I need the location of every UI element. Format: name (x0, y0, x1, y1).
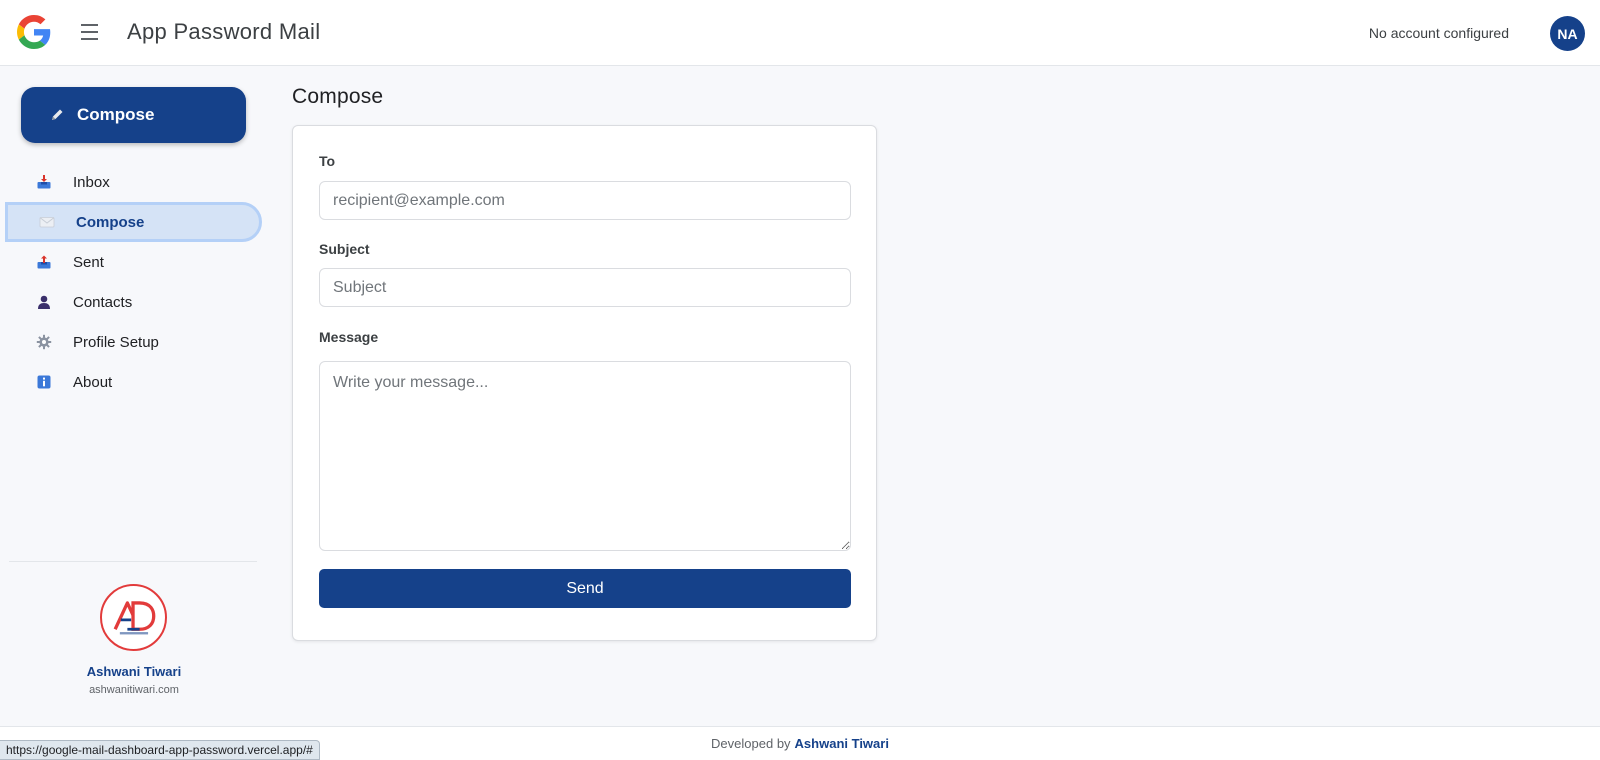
compose-button-label: Compose (77, 105, 155, 124)
sidebar-item-label: Contacts (73, 293, 133, 311)
account-status: No account configured (1368, 25, 1509, 41)
sidebar-divider (9, 561, 257, 562)
info-icon (36, 374, 52, 390)
developer-name[interactable]: Ashwani Tiwari (0, 664, 268, 679)
developer-site[interactable]: ashwanitiwari.com (0, 684, 268, 696)
to-label: To (319, 153, 336, 169)
page-title: Compose (292, 85, 384, 108)
sidebar-item-profile-setup[interactable]: Profile Setup (0, 322, 262, 362)
app-title: App Password Mail (127, 19, 321, 44)
inbox-tray-icon (36, 174, 52, 190)
sidebar-item-label: Compose (76, 213, 145, 231)
developer-logo[interactable] (100, 584, 167, 651)
message-label: Message (319, 329, 379, 345)
avatar[interactable]: NA (1550, 16, 1585, 51)
subject-input[interactable] (319, 268, 851, 307)
sidebar-nav: Inbox Compose Sent Contacts Profile Setu… (0, 162, 262, 402)
send-button[interactable]: Send (319, 569, 851, 608)
google-logo-icon[interactable] (17, 15, 51, 49)
top-bar: App Password Mail No account configured … (0, 0, 1600, 66)
sidebar-item-about[interactable]: About (0, 362, 262, 402)
sidebar-item-inbox[interactable]: Inbox (0, 162, 262, 202)
sidebar-item-label: Profile Setup (73, 333, 159, 351)
footer-developer-link[interactable]: Ashwani Tiwari (795, 736, 889, 751)
sidebar-item-contacts[interactable]: Contacts (0, 282, 262, 322)
compose-form: To Subject Message Send (292, 125, 877, 641)
compose-button[interactable]: Compose (21, 87, 246, 143)
sidebar-item-compose[interactable]: Compose (5, 202, 262, 242)
pencil-icon (52, 109, 63, 120)
sidebar-item-label: Sent (73, 253, 104, 271)
hamburger-menu-icon[interactable] (78, 20, 102, 44)
sidebar: Compose Inbox Compose Sent Contacts Prof… (0, 66, 262, 726)
person-icon (36, 294, 52, 310)
gear-icon (36, 334, 52, 350)
status-bar-url: https://google-mail-dashboard-app-passwo… (0, 740, 320, 760)
envelope-icon (39, 214, 55, 230)
footer-prefix: Developed by (711, 736, 791, 751)
sidebar-item-sent[interactable]: Sent (0, 242, 262, 282)
to-input[interactable] (319, 181, 851, 220)
sidebar-item-label: Inbox (73, 173, 110, 191)
subject-label: Subject (319, 241, 370, 257)
message-textarea[interactable] (319, 361, 851, 551)
sidebar-item-label: About (73, 373, 113, 391)
outbox-tray-icon (36, 254, 52, 270)
